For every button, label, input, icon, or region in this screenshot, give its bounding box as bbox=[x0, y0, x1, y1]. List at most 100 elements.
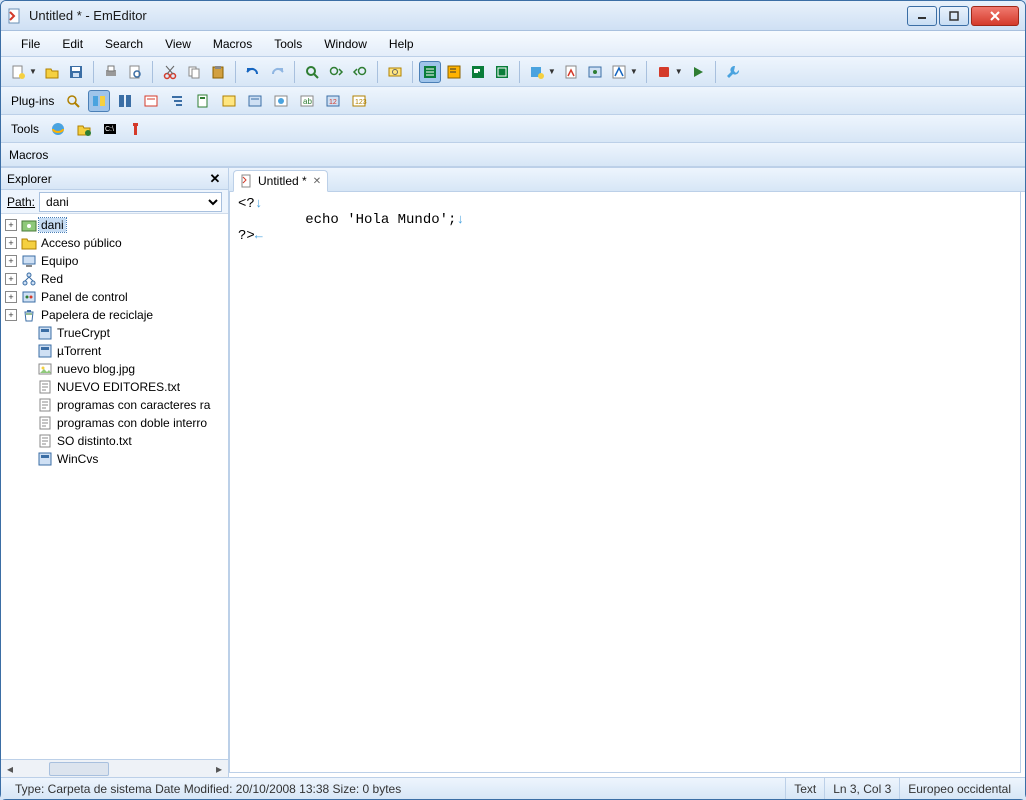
tree-expander-icon bbox=[21, 345, 33, 357]
record-macro-icon[interactable] bbox=[653, 61, 675, 83]
plugin-findbar-icon[interactable] bbox=[114, 90, 136, 112]
menu-edit[interactable]: Edit bbox=[52, 34, 93, 54]
tree-item[interactable]: SO distinto.txt bbox=[1, 432, 228, 450]
tree-expander-icon[interactable]: + bbox=[5, 219, 17, 231]
plugin-htmlbar-icon[interactable] bbox=[140, 90, 162, 112]
tree-item-label: µTorrent bbox=[55, 344, 103, 358]
new-doc-icon[interactable] bbox=[7, 61, 29, 83]
paste-icon[interactable] bbox=[207, 61, 229, 83]
plugin-wordcount-icon[interactable]: 12 bbox=[322, 90, 344, 112]
customize-icon[interactable] bbox=[584, 61, 606, 83]
tree-expander-icon[interactable]: + bbox=[5, 291, 17, 303]
titlebar[interactable]: Untitled * - EmEditor bbox=[1, 1, 1025, 31]
find-next-icon[interactable] bbox=[325, 61, 347, 83]
close-button[interactable] bbox=[971, 6, 1019, 26]
marks-icon[interactable] bbox=[608, 61, 630, 83]
tree-expander-icon[interactable]: + bbox=[5, 237, 17, 249]
menu-view[interactable]: View bbox=[155, 34, 201, 54]
plugin-snippets-icon[interactable] bbox=[244, 90, 266, 112]
properties-icon[interactable] bbox=[560, 61, 582, 83]
menu-search[interactable]: Search bbox=[95, 34, 153, 54]
tool-custom-icon[interactable] bbox=[125, 118, 147, 140]
undo-icon[interactable] bbox=[242, 61, 264, 83]
tree-expander-icon[interactable]: + bbox=[5, 273, 17, 285]
tree-item[interactable]: +dani bbox=[1, 216, 228, 234]
plugin-wordcomplete-icon[interactable]: ab bbox=[296, 90, 318, 112]
menu-tools[interactable]: Tools bbox=[264, 34, 312, 54]
plugin-explorer-icon[interactable] bbox=[62, 90, 84, 112]
tree-item[interactable]: programas con doble interro bbox=[1, 414, 228, 432]
tree-item[interactable]: TrueCrypt bbox=[1, 324, 228, 342]
preview-icon[interactable] bbox=[124, 61, 146, 83]
main-toolbar: ▼ ▼ ▼ ▼ bbox=[1, 57, 1025, 87]
tree-item[interactable]: +Papelera de reciclaje bbox=[1, 306, 228, 324]
tree-item-label: NUEVO EDITORES.txt bbox=[55, 380, 182, 394]
scroll-left-icon[interactable]: ◂ bbox=[1, 761, 19, 777]
scroll-right-icon[interactable]: ▸ bbox=[210, 761, 228, 777]
plugin-outline-icon[interactable] bbox=[166, 90, 188, 112]
marks-dropdown[interactable]: ▼ bbox=[630, 67, 638, 76]
menu-file[interactable]: File bbox=[11, 34, 50, 54]
run-macro-icon[interactable] bbox=[687, 61, 709, 83]
tree-item[interactable]: nuevo blog.jpg bbox=[1, 360, 228, 378]
explorer-close-icon[interactable]: ✕ bbox=[208, 172, 222, 186]
tree-item[interactable]: µTorrent bbox=[1, 342, 228, 360]
tool-explorer-icon[interactable] bbox=[73, 118, 95, 140]
tree-item[interactable]: WinCvs bbox=[1, 450, 228, 468]
inc-search-icon[interactable] bbox=[384, 61, 406, 83]
menu-help[interactable]: Help bbox=[379, 34, 424, 54]
tool-ie-icon[interactable] bbox=[47, 118, 69, 140]
new-doc-dropdown[interactable]: ▼ bbox=[29, 67, 37, 76]
tree-expander-icon bbox=[21, 435, 33, 447]
control-panel-icon bbox=[21, 289, 37, 305]
record-macro-dropdown[interactable]: ▼ bbox=[675, 67, 683, 76]
path-select[interactable]: dani bbox=[39, 192, 222, 212]
config-dropdown[interactable]: ▼ bbox=[548, 67, 556, 76]
open-icon[interactable] bbox=[41, 61, 63, 83]
tree-expander-icon bbox=[21, 453, 33, 465]
plugin-projects-icon[interactable] bbox=[192, 90, 214, 112]
explorer-tree[interactable]: +dani+Acceso público+Equipo+Red+Panel de… bbox=[1, 214, 228, 759]
menu-window[interactable]: Window bbox=[314, 34, 377, 54]
wrap-margin-icon[interactable] bbox=[491, 61, 513, 83]
tree-expander-icon[interactable]: + bbox=[5, 309, 17, 321]
wrap-window-icon[interactable] bbox=[443, 61, 465, 83]
tree-item[interactable]: +Panel de control bbox=[1, 288, 228, 306]
redo-icon[interactable] bbox=[266, 61, 288, 83]
cut-icon[interactable] bbox=[159, 61, 181, 83]
find-icon[interactable] bbox=[301, 61, 323, 83]
macros-toolbar: Macros bbox=[1, 143, 1025, 167]
find-prev-icon[interactable] bbox=[349, 61, 371, 83]
tree-expander-icon[interactable]: + bbox=[5, 255, 17, 267]
menu-macros[interactable]: Macros bbox=[203, 34, 262, 54]
tree-item[interactable]: + Red bbox=[1, 270, 228, 288]
tree-item[interactable]: + Equipo bbox=[1, 252, 228, 270]
editor-textarea[interactable]: <?↓ echo 'Hola Mundo';↓ ?>← bbox=[229, 192, 1021, 773]
minimize-button[interactable] bbox=[907, 6, 937, 26]
tree-expander-icon bbox=[21, 363, 33, 375]
save-icon[interactable] bbox=[65, 61, 87, 83]
app-window: Untitled * - EmEditor File Edit Search V… bbox=[0, 0, 1026, 800]
print-icon[interactable] bbox=[100, 61, 122, 83]
config-icon[interactable] bbox=[526, 61, 548, 83]
tool-cmd-icon[interactable]: C:\ bbox=[99, 118, 121, 140]
tree-item[interactable]: +Acceso público bbox=[1, 234, 228, 252]
copy-icon[interactable] bbox=[183, 61, 205, 83]
tree-item-label: Red bbox=[39, 272, 65, 286]
wrap-page-icon[interactable] bbox=[467, 61, 489, 83]
tree-item[interactable]: programas con caracteres ra bbox=[1, 396, 228, 414]
tree-item[interactable]: NUEVO EDITORES.txt bbox=[1, 378, 228, 396]
tree-expander-icon bbox=[21, 399, 33, 411]
plugin-webpreview-icon[interactable] bbox=[270, 90, 292, 112]
explorer-hscrollbar[interactable]: ◂ ▸ bbox=[1, 759, 228, 777]
tree-item-label: Equipo bbox=[39, 254, 80, 268]
tools-icon[interactable] bbox=[722, 61, 744, 83]
tab-untitled[interactable]: Untitled * ✕ bbox=[233, 170, 328, 192]
scroll-thumb[interactable] bbox=[49, 762, 109, 776]
plugin-search-icon[interactable] bbox=[218, 90, 240, 112]
tab-close-icon[interactable]: ✕ bbox=[313, 176, 321, 187]
maximize-button[interactable] bbox=[939, 6, 969, 26]
wrap-none-icon[interactable] bbox=[419, 61, 441, 83]
plugin-extra-icon[interactable]: 123 bbox=[348, 90, 370, 112]
plugin-diff-icon[interactable] bbox=[88, 90, 110, 112]
